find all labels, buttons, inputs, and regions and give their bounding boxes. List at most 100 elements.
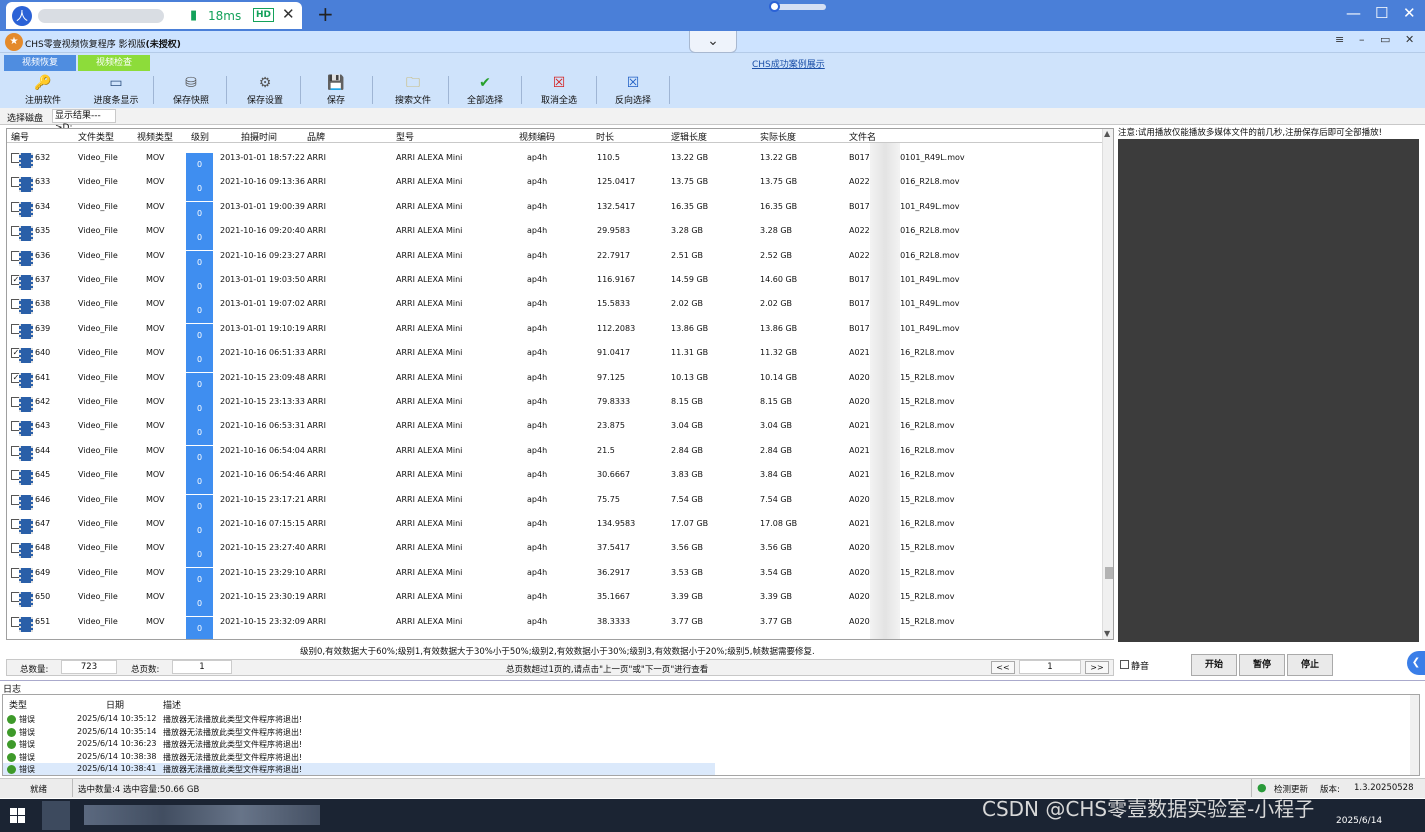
select-disk-label[interactable]: 选择磁盘 bbox=[7, 111, 43, 124]
table-row[interactable]: 644 0 Video_File MOV 2021-10-16 06:54:04 ARRI… bbox=[7, 439, 1102, 470]
cell-file-name-prefix: B017 bbox=[849, 299, 870, 309]
table-row[interactable]: 647 0 Video_File MOV 2021-10-16 07:15:15 ARRI… bbox=[7, 512, 1102, 543]
play-stop-button[interactable]: 停止 bbox=[1287, 654, 1333, 676]
cell-codec: ap4h bbox=[527, 299, 548, 309]
zoom-slider-handle[interactable] bbox=[769, 1, 780, 12]
col-level[interactable]: 级别 bbox=[191, 130, 209, 143]
cell-shoot-time: 2013-01-01 18:57:22 bbox=[220, 153, 305, 162]
table-row[interactable]: 632 0 Video_File MOV 2013-01-01 18:57:22 ARRI… bbox=[7, 146, 1102, 177]
cell-id: 650 bbox=[35, 592, 51, 602]
table-row[interactable]: 634 0 Video_File MOV 2013-01-01 19:00:39 ARRI… bbox=[7, 195, 1102, 226]
log-row[interactable]: 错误 2025/6/14 10:35:14 播放器无法播放此类型文件程序将退出! bbox=[3, 726, 715, 739]
col-file-type[interactable]: 文件类型 bbox=[78, 130, 114, 143]
table-row[interactable]: 638 0 Video_File MOV 2013-01-01 19:07:02 ARRI… bbox=[7, 292, 1102, 324]
scroll-thumb[interactable] bbox=[1105, 567, 1113, 579]
select-all-button[interactable]: ✔ 全部选择 bbox=[449, 75, 521, 106]
close-tab-icon[interactable]: ✕ bbox=[282, 5, 295, 23]
log-scrollbar[interactable] bbox=[1410, 695, 1419, 775]
deselect-all-button[interactable]: ☒ 取消全选 bbox=[523, 75, 595, 106]
cell-id: 648 bbox=[35, 543, 51, 553]
app-minimize-icon[interactable]: – bbox=[1359, 33, 1365, 46]
toolbar-dropdown-handle[interactable]: ⌄ bbox=[689, 31, 737, 53]
cell-duration: 116.9167 bbox=[597, 275, 636, 284]
table-row[interactable]: 646 0 Video_File MOV 2021-10-15 23:17:21 ARRI… bbox=[7, 488, 1102, 519]
minimize-button[interactable]: — bbox=[1346, 4, 1361, 22]
col-duration[interactable]: 时长 bbox=[596, 130, 614, 143]
taskbar-app-icon[interactable] bbox=[42, 801, 70, 830]
log-row[interactable]: 错误 2025/6/14 10:36:23 播放器无法播放此类型文件程序将退出! bbox=[3, 738, 715, 751]
next-page-button[interactable]: >> bbox=[1085, 661, 1109, 674]
cell-logical-size: 3.28 GB bbox=[671, 226, 704, 236]
col-model[interactable]: 型号 bbox=[396, 130, 414, 143]
side-expand-icon[interactable]: ❮ bbox=[1407, 651, 1425, 675]
col-logical-size[interactable]: 逻辑长度 bbox=[671, 130, 707, 143]
col-brand[interactable]: 品牌 bbox=[307, 130, 325, 143]
cell-duration: 110.5 bbox=[597, 153, 620, 162]
film-icon bbox=[19, 592, 33, 608]
save-snapshot-button[interactable]: ⛁ 保存快照 bbox=[155, 75, 227, 106]
progress-toggle-button[interactable]: ▭ 进度条显示 bbox=[80, 75, 152, 106]
cell-file-name-prefix: A022 bbox=[849, 226, 870, 236]
col-codec[interactable]: 视频编码 bbox=[519, 130, 555, 143]
log-col-desc[interactable]: 描述 bbox=[163, 698, 181, 711]
table-row[interactable]: 643 0 Video_File MOV 2021-10-16 06:53:31 ARRI… bbox=[7, 414, 1102, 446]
close-window-button[interactable]: ✕ bbox=[1403, 4, 1416, 22]
table-row[interactable]: ✓ 637 0 Video_File MOV 2013-01-01 19:03:50 ARR… bbox=[7, 268, 1102, 299]
table-row[interactable]: ✓ 641 0 Video_File MOV 2021-10-15 23:09:48 ARR… bbox=[7, 366, 1102, 397]
table-row[interactable]: 651 0 Video_File MOV 2021-10-15 23:32:09 ARRI… bbox=[7, 610, 1102, 639]
invert-selection-button[interactable]: ☒ 反向选择 bbox=[597, 75, 669, 106]
col-file-name[interactable]: 文件名 bbox=[849, 130, 876, 143]
cell-file-type: Video_File bbox=[78, 567, 118, 577]
log-row[interactable]: 错误 2025/6/14 10:38:38 播放器无法播放此类型文件程序将退出! bbox=[3, 751, 715, 764]
register-button[interactable]: 🔑 注册软件 bbox=[7, 75, 79, 106]
cell-file-type: Video_File bbox=[78, 494, 118, 504]
table-row[interactable]: 636 0 Video_File MOV 2021-10-16 09:23:27 ARRI… bbox=[7, 244, 1102, 275]
windows-start-icon[interactable] bbox=[10, 808, 25, 823]
search-files-button[interactable]: 🗀 搜索文件 bbox=[377, 75, 449, 106]
tab-video-check[interactable]: 视频检查 bbox=[78, 55, 150, 71]
grid-scrollbar[interactable]: ▲ ▼ bbox=[1102, 129, 1113, 639]
cell-logical-size: 13.75 GB bbox=[671, 177, 709, 187]
cell-file-name-suffix: 0101_R49L.mov bbox=[895, 299, 960, 309]
col-actual-size[interactable]: 实际长度 bbox=[760, 130, 796, 143]
table-row[interactable]: 639 0 Video_File MOV 2013-01-01 19:10:19 ARRI… bbox=[7, 317, 1102, 348]
new-tab-button[interactable]: + bbox=[317, 2, 334, 26]
save-button[interactable]: 💾 保存 bbox=[300, 75, 372, 106]
log-row[interactable]: 错误 2025/6/14 10:35:12 播放器无法播放此类型文件程序将退出! bbox=[3, 713, 715, 726]
table-row[interactable]: 650 0 Video_File MOV 2021-10-15 23:30:19 ARRI… bbox=[7, 585, 1102, 617]
app-restore-icon[interactable]: ▭ bbox=[1380, 33, 1390, 46]
col-video-type[interactable]: 视频类型 bbox=[137, 130, 173, 143]
cell-duration: 75.75 bbox=[597, 494, 620, 504]
cell-brand: ARRI bbox=[307, 153, 326, 162]
success-cases-link[interactable]: CHS成功案例展示 bbox=[752, 57, 825, 70]
cell-model: ARRI ALEXA Mini bbox=[396, 348, 463, 358]
app-menu-icon[interactable]: ≡ bbox=[1335, 33, 1344, 46]
table-row[interactable]: 635 0 Video_File MOV 2021-10-16 09:20:40 ARRI… bbox=[7, 219, 1102, 251]
table-row[interactable]: 645 0 Video_File MOV 2021-10-16 06:54:46 ARRI… bbox=[7, 463, 1102, 495]
table-row[interactable]: 649 0 Video_File MOV 2021-10-15 23:29:10 ARRI… bbox=[7, 561, 1102, 592]
play-start-button[interactable]: 开始 bbox=[1191, 654, 1237, 676]
remote-session-tab[interactable]: 人 ▮ 18ms HD ✕ bbox=[6, 2, 302, 29]
table-row[interactable]: 633 0 Video_File MOV 2021-10-16 09:13:36 ARRI… bbox=[7, 170, 1102, 202]
cell-logical-size: 3.53 GB bbox=[671, 567, 704, 577]
tab-video-recovery[interactable]: 视频恢复 bbox=[4, 55, 76, 71]
prev-page-button[interactable]: << bbox=[991, 661, 1015, 674]
page-number-input[interactable]: 1 bbox=[1019, 660, 1081, 674]
scroll-down-icon[interactable]: ▼ bbox=[1104, 629, 1110, 638]
col-shoot-time[interactable]: 拍摄时间 bbox=[241, 130, 277, 143]
scroll-up-icon[interactable]: ▲ bbox=[1104, 129, 1110, 138]
save-settings-button[interactable]: ⚙ 保存设置 bbox=[229, 75, 301, 106]
session-name-blurred bbox=[38, 9, 164, 23]
maximize-button[interactable]: ☐ bbox=[1375, 4, 1388, 22]
result-path-field: 显示结果--->D: bbox=[52, 109, 116, 133]
col-id[interactable]: 编号 bbox=[11, 130, 29, 143]
app-close-icon[interactable]: ✕ bbox=[1405, 33, 1414, 46]
log-col-date[interactable]: 日期 bbox=[106, 698, 124, 711]
table-row[interactable]: ✓ 640 0 Video_File MOV 2021-10-16 06:51:33 ARR… bbox=[7, 341, 1102, 373]
table-row[interactable]: 642 0 Video_File MOV 2021-10-15 23:13:33 ARRI… bbox=[7, 390, 1102, 421]
table-row[interactable]: 648 0 Video_File MOV 2021-10-15 23:27:40 ARRI… bbox=[7, 536, 1102, 568]
log-col-type[interactable]: 类型 bbox=[9, 698, 27, 711]
mute-checkbox[interactable] bbox=[1120, 660, 1129, 669]
log-row[interactable]: 错误 2025/6/14 10:38:41 播放器无法播放此类型文件程序将退出! bbox=[3, 763, 715, 775]
play-pause-button[interactable]: 暂停 bbox=[1239, 654, 1285, 676]
